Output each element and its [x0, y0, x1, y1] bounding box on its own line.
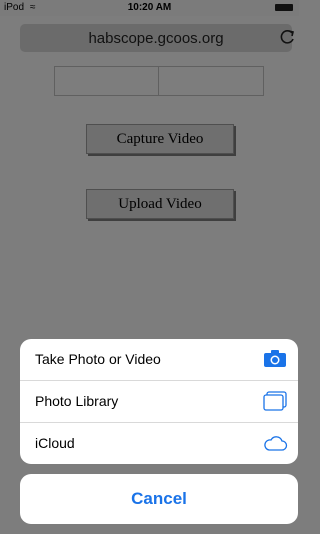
status-bar: iPod ≈ 10:20 AM — [0, 0, 299, 16]
cloud-icon — [264, 436, 288, 451]
address-bar[interactable]: habscope.gcoos.org — [20, 24, 294, 52]
take-photo-or-video-label: Take Photo or Video — [35, 351, 161, 367]
clock: 10:20 AM — [127, 2, 172, 13]
photo-library-option[interactable]: Photo Library — [20, 381, 298, 422]
battery-icon — [275, 4, 293, 11]
content-box-left — [54, 66, 160, 96]
url-text: habscope.gcoos.org — [88, 30, 224, 47]
action-sheet: Take Photo or Video Photo Library iCloud — [20, 339, 298, 464]
content-box-right — [158, 66, 264, 96]
camera-icon — [264, 350, 286, 367]
icloud-option[interactable]: iCloud — [20, 423, 298, 464]
capture-video-button[interactable]: Capture Video — [86, 124, 234, 154]
upload-video-button[interactable]: Upload Video — [86, 189, 234, 219]
take-photo-or-video-option[interactable]: Take Photo or Video — [20, 339, 298, 380]
photo-library-label: Photo Library — [35, 393, 119, 409]
reload-icon[interactable] — [278, 27, 298, 47]
cancel-label: Cancel — [131, 489, 187, 508]
photo-library-icon — [263, 391, 287, 411]
icloud-label: iCloud — [35, 435, 75, 451]
cancel-button[interactable]: Cancel — [20, 474, 298, 524]
